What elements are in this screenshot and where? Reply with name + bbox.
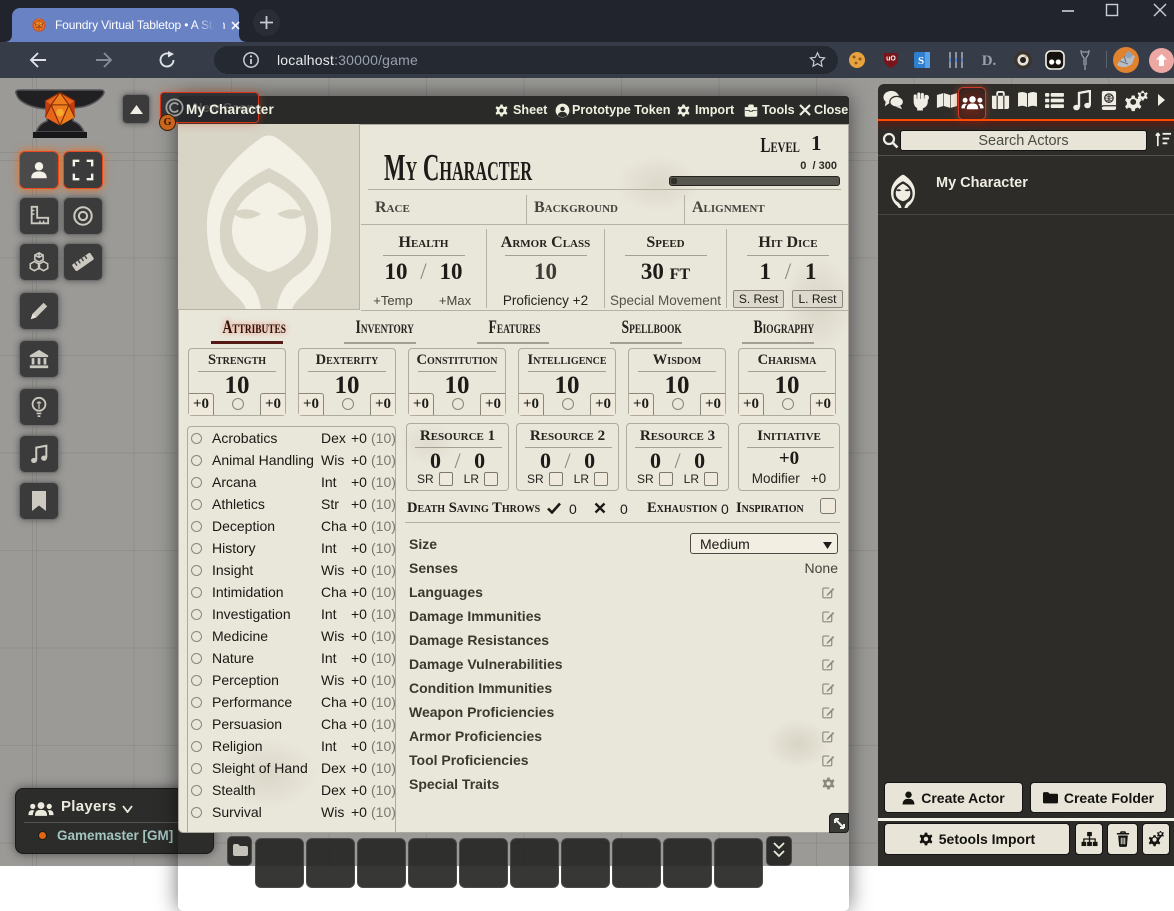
svg-text:uO: uO	[886, 56, 896, 63]
svg-text:S: S	[918, 55, 924, 67]
svg-text:D.: D.	[982, 53, 997, 69]
